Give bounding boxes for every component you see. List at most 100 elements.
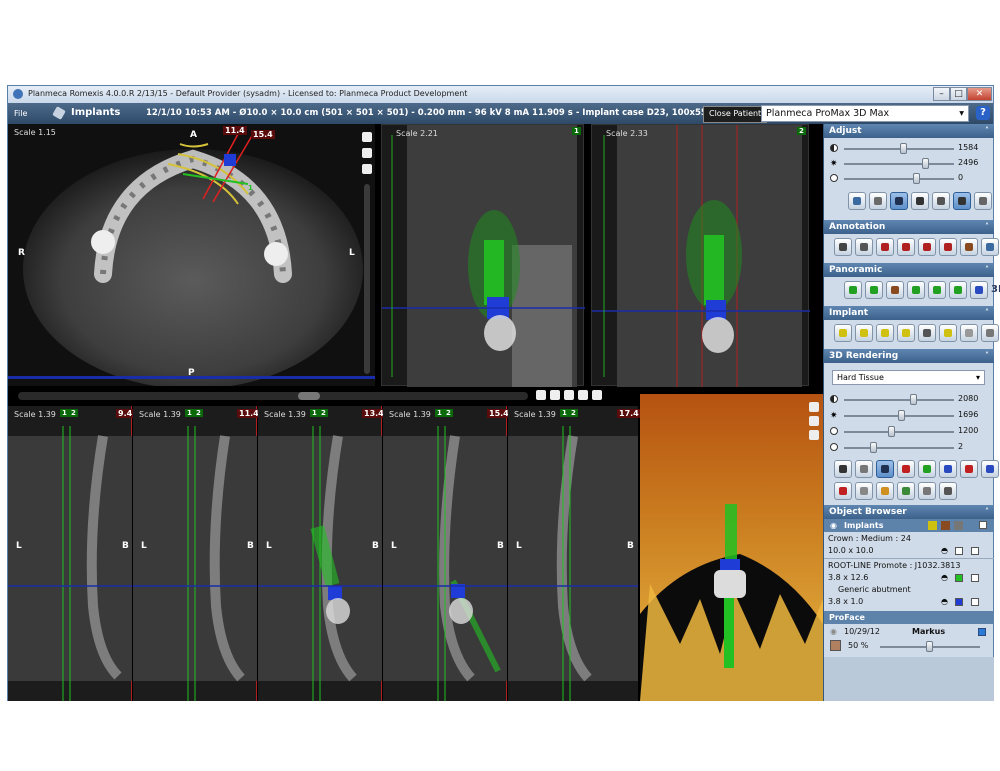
slider-knob[interactable] [900, 143, 907, 154]
proface-opacity-row[interactable]: 50 % [830, 640, 992, 653]
implant-header[interactable]: Implant ˄ [824, 306, 994, 320]
angle-icon[interactable] [855, 238, 873, 256]
gamma-slider[interactable]: 0 [830, 173, 990, 185]
render-box-icon[interactable] [960, 460, 978, 478]
object-row-implant[interactable]: ROOT-LINE Promote : J1032.3813 [828, 561, 990, 570]
slider-knob[interactable] [910, 394, 917, 405]
visibility-icon[interactable]: ◓ [941, 597, 948, 606]
curve-front-icon[interactable] [970, 281, 988, 299]
delete-annotation-icon[interactable] [960, 238, 978, 256]
collapse-icon[interactable]: ˄ [985, 124, 989, 138]
axial-scrollbar[interactable] [364, 184, 370, 374]
render-red-plane-icon[interactable] [897, 460, 915, 478]
hand-icon[interactable] [564, 390, 574, 400]
object-row-implant-size[interactable]: 3.8 x 12.6 ◓ [828, 573, 990, 582]
brightness-slider[interactable]: ✷ 2496 [830, 158, 990, 170]
object-row-crown-size[interactable]: 10.0 x 10.0 ◓ [828, 546, 990, 555]
implant-move-icon[interactable] [876, 324, 894, 342]
curve-edit-icon[interactable] [865, 281, 883, 299]
skull-filter-icon[interactable] [953, 192, 971, 210]
nerve-tool-icon[interactable] [981, 238, 999, 256]
density-icon[interactable] [876, 238, 894, 256]
close-patient-button[interactable]: Close Patient [703, 106, 768, 123]
ruler-icon[interactable] [834, 238, 852, 256]
minimize-button[interactable]: – [933, 87, 950, 101]
3d-rendering-view[interactable] [640, 394, 823, 701]
contrast-slider[interactable]: 1584 [830, 143, 990, 155]
reslice-icon[interactable] [550, 390, 560, 400]
render-preset-select[interactable]: Hard Tissue ▾ [832, 370, 985, 385]
render-skull-icon[interactable] [939, 482, 957, 500]
render-bone-icon[interactable] [876, 482, 894, 500]
axial-view[interactable]: Scale 1.15 A R L P 11.4 15.4 1 [8, 124, 375, 386]
rotate-icon-3d[interactable] [809, 416, 819, 426]
proface-color-swatch[interactable] [978, 628, 986, 636]
render-brightness-slider[interactable]: ✷ 1696 [830, 410, 990, 422]
render-contrast-slider[interactable]: 2080 [830, 394, 990, 406]
text-note-icon[interactable] [939, 238, 957, 256]
implant-delete-icon[interactable] [941, 521, 950, 530]
eye-icon[interactable]: ◉ [830, 627, 837, 636]
render-cube-icon[interactable] [981, 460, 999, 478]
slice-scroll-thumb[interactable] [298, 392, 320, 400]
collapse-icon[interactable]: ˄ [985, 306, 989, 320]
slider-knob[interactable] [922, 158, 929, 169]
fit-icon-3d[interactable] [809, 402, 819, 412]
collapse-icon[interactable]: ˄ [985, 349, 989, 363]
measure-tool-icon[interactable] [890, 192, 908, 210]
object-row-abutment-size[interactable]: 3.8 x 1.0 ◓ [828, 597, 990, 606]
panoramic-header[interactable]: Panoramic ˄ [824, 263, 994, 277]
slice-panel[interactable]: Scale 1.39 1 2 13.4 L B [258, 406, 386, 701]
collapse-icon[interactable]: ˄ [985, 263, 989, 277]
lock-icon[interactable] [536, 390, 546, 400]
collapse-icon[interactable]: ˄ [985, 505, 989, 519]
zoom-tool-icon[interactable] [848, 192, 866, 210]
camera-icon[interactable] [362, 164, 372, 174]
camera-icon-2[interactable] [592, 390, 602, 400]
cross-section-view-1[interactable]: Scale 2.21 1 [381, 124, 585, 387]
object-checkbox[interactable] [971, 598, 979, 606]
render-histogram-icon[interactable] [834, 460, 852, 478]
histogram-tool-icon[interactable] [911, 192, 929, 210]
annotation-header[interactable]: Annotation ˄ [824, 220, 994, 234]
adjust-header[interactable]: Adjust ˄ [824, 124, 994, 138]
slider-knob[interactable] [913, 173, 920, 184]
object-row-crown[interactable]: Crown : Medium : 24 [828, 534, 990, 543]
render-quality-slider[interactable]: 2 [830, 442, 990, 454]
area-icon[interactable] [918, 238, 936, 256]
profile-icon[interactable] [897, 238, 915, 256]
implant-add-icon[interactable] [928, 521, 937, 530]
implant-rotate-icon[interactable] [897, 324, 915, 342]
camera-icon-3d[interactable] [809, 430, 819, 440]
render-crop-icon[interactable] [834, 482, 852, 500]
render-light-icon[interactable] [855, 460, 873, 478]
slider-knob[interactable] [888, 426, 895, 437]
implant-measure-icon[interactable] [918, 324, 936, 342]
object-checkbox[interactable] [971, 574, 979, 582]
rendering-header[interactable]: 3D Rendering ˄ [824, 349, 994, 363]
curve-delete-icon[interactable] [886, 281, 904, 299]
render-blue-plane-icon[interactable] [939, 460, 957, 478]
object-row-abutment[interactable]: Generic abutment [838, 585, 1000, 594]
skull-tool-icon[interactable] [932, 192, 950, 210]
file-menu[interactable]: File [14, 109, 27, 118]
color-swatch[interactable] [955, 574, 963, 582]
add-implant-icon[interactable] [834, 324, 852, 342]
object-browser-header[interactable]: Object Browser ˄ [824, 505, 994, 519]
implant-abutment-icon[interactable] [939, 324, 957, 342]
object-checkbox[interactable] [971, 547, 979, 555]
slice-panel[interactable]: Scale 1.39 1 2 11.4 L B [133, 406, 261, 701]
slice-panel[interactable]: Scale 1.39 1 2 17.4 L B [508, 406, 641, 701]
collapse-icon[interactable]: ˄ [985, 220, 989, 234]
slice-panel[interactable]: Scale 1.39 1 2 15.4 L B [383, 406, 511, 701]
slice-scrollbar[interactable] [18, 392, 528, 400]
slider-knob[interactable] [870, 442, 877, 453]
curve-move-icon[interactable] [928, 281, 946, 299]
close-window-button[interactable]: ✕ [967, 87, 992, 101]
slice-panel[interactable]: Scale 1.39 1 2 9.4 L B [8, 406, 135, 701]
eye-icon[interactable]: ◉ [830, 519, 837, 532]
rotate-icon[interactable] [362, 148, 372, 158]
help-button[interactable]: ? [976, 106, 990, 120]
curve-icon[interactable] [844, 281, 862, 299]
implant-library-icon[interactable] [981, 324, 999, 342]
